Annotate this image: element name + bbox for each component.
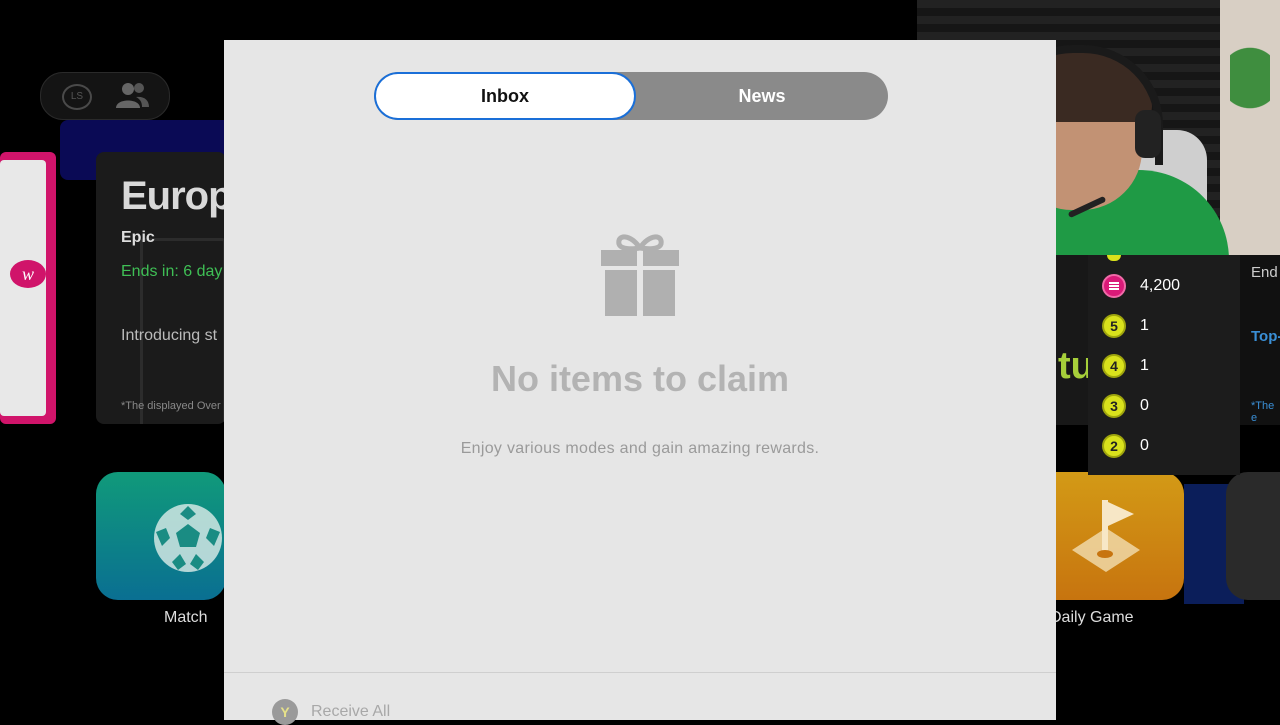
webcam-plant [1230, 30, 1270, 150]
event-ends-text: Ends in: 6 day [121, 263, 223, 280]
empty-state-title: No items to claim [490, 358, 790, 399]
ball-5-icon: 5 [1102, 314, 1126, 338]
ball-2-icon: 2 [1102, 434, 1126, 458]
event-intro-text: Introducing st [121, 327, 218, 344]
headset-right-cup [1135, 110, 1161, 158]
ball-2-count: 0 [1140, 437, 1149, 454]
tab-switcher: Inbox News [374, 72, 888, 120]
soccer-ball-icon [154, 504, 222, 572]
y-button-icon: Y [272, 699, 298, 725]
modal-footer-divider [224, 672, 1056, 673]
ball-4-count: 1 [1140, 357, 1149, 374]
event-title: Europ [121, 174, 233, 218]
receive-all-button[interactable]: Receive All [311, 703, 390, 721]
event-tier: Epic [121, 229, 155, 246]
coins-value: 4,200 [1140, 277, 1181, 294]
ball-4-icon: 4 [1102, 354, 1126, 378]
ball-3-count: 0 [1140, 397, 1149, 414]
coin-icon [1102, 274, 1126, 298]
daily-game-icon [1072, 500, 1140, 572]
ball-row-2: 2 0 [1102, 434, 1149, 458]
daily-game-label: Daily Game [1050, 609, 1134, 626]
ball-row-4: 4 1 [1102, 354, 1149, 378]
match-label: Match [164, 609, 208, 626]
far-right-tile[interactable] [1226, 472, 1280, 600]
empty-state-subtitle: Enjoy various modes and gain amazing rew… [460, 440, 820, 457]
friends-icon[interactable] [114, 80, 150, 110]
svg-text:w: w [22, 264, 34, 284]
tab-news[interactable]: News [636, 72, 888, 120]
ball-row-3: 3 0 [1102, 394, 1149, 418]
promo-logo-icon: w [10, 260, 46, 288]
event-note: *The displayed Over [121, 400, 221, 412]
ball-3-icon: 3 [1102, 394, 1126, 418]
right-card-top: Top- [1251, 328, 1280, 345]
right-card-ends: End [1251, 264, 1278, 281]
top-button-group[interactable] [40, 72, 170, 120]
tab-inbox[interactable]: Inbox [374, 72, 636, 120]
ball-5-count: 1 [1140, 317, 1149, 334]
gift-icon [601, 234, 679, 316]
ls-button-icon: LS [62, 84, 92, 110]
right-card-note: *The e [1251, 400, 1275, 424]
ball-row-5: 5 1 [1102, 314, 1149, 338]
coins-row: 4,200 [1102, 274, 1180, 298]
